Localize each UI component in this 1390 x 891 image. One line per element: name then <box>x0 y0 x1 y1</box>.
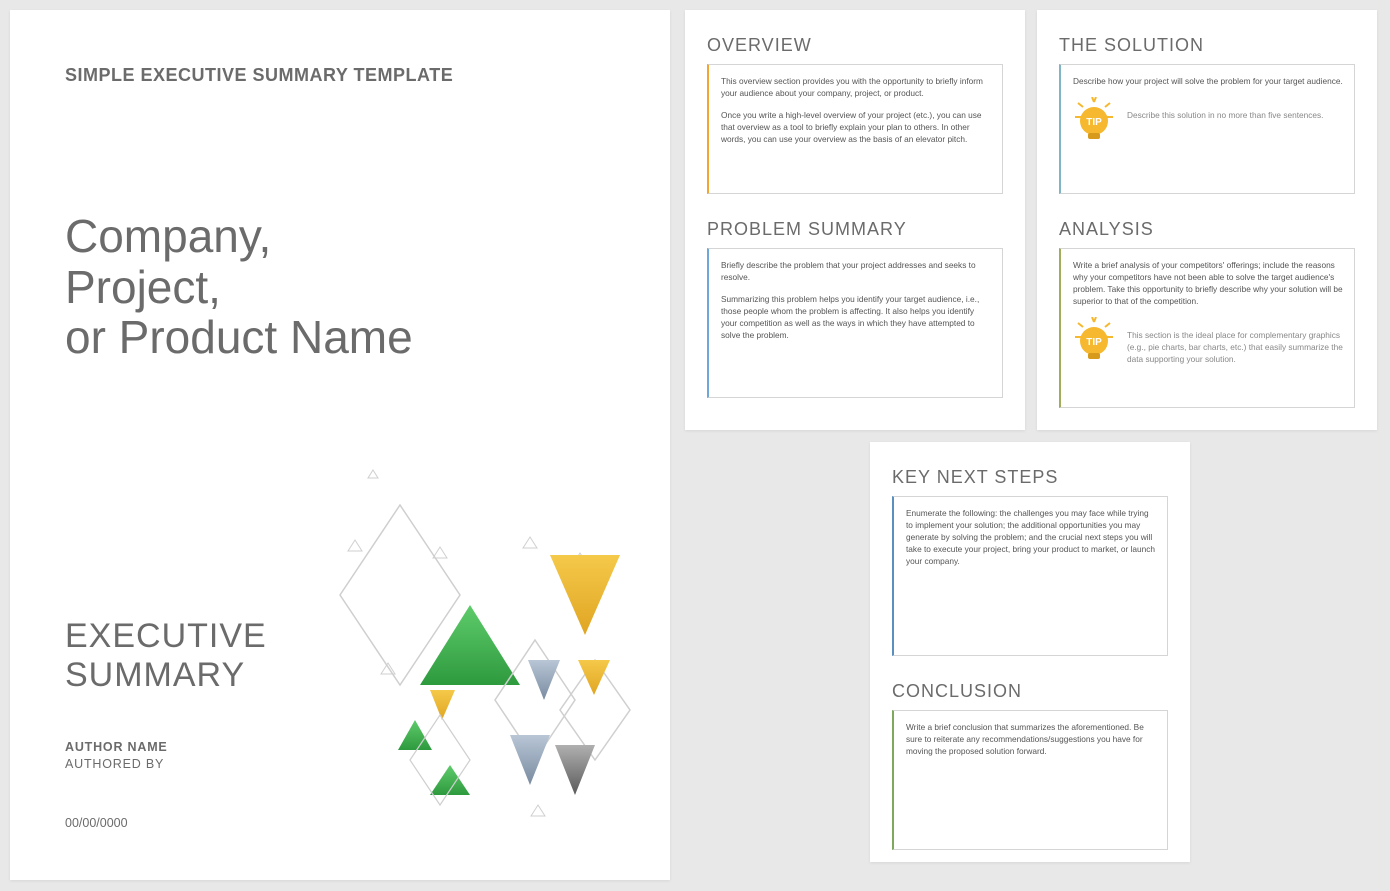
overview-title: OVERVIEW <box>707 35 1003 56</box>
tip-icon: TIP <box>1073 317 1115 368</box>
cover-page: SIMPLE EXECUTIVE SUMMARY TEMPLATE Compan… <box>10 10 670 880</box>
solution-tip-text: Describe this solution in no more than f… <box>1127 97 1323 121</box>
solution-tip: TIP Describe this solution in no more th… <box>1073 97 1344 148</box>
panel-keynext-conclusion: KEY NEXT STEPS Enumerate the following: … <box>870 442 1190 862</box>
analysis-body: Write a brief analysis of your competito… <box>1059 248 1355 408</box>
conclusion-title: CONCLUSION <box>892 681 1168 702</box>
cover-title: Company, Project, or Product Name <box>65 211 620 363</box>
cover-title-line: Project, <box>65 262 620 313</box>
template-canvas: SIMPLE EXECUTIVE SUMMARY TEMPLATE Compan… <box>10 10 1380 880</box>
overview-text: This overview section provides you with … <box>721 75 992 99</box>
exec-line: EXECUTIVE <box>65 617 620 656</box>
analysis-tip-text: This section is the ideal place for comp… <box>1127 317 1344 365</box>
right-column: OVERVIEW This overview section provides … <box>685 10 1377 862</box>
solution-text: Describe how your project will solve the… <box>1073 75 1344 87</box>
executive-summary-heading: EXECUTIVE SUMMARY <box>65 617 620 695</box>
svg-text:TIP: TIP <box>1086 117 1102 128</box>
overview-body: This overview section provides you with … <box>707 64 1003 194</box>
author-name: AUTHOR NAME <box>65 740 620 754</box>
cover-date: 00/00/0000 <box>65 816 620 830</box>
analysis-title: ANALYSIS <box>1059 219 1355 240</box>
conclusion-body: Write a brief conclusion that summarizes… <box>892 710 1168 850</box>
keynext-body: Enumerate the following: the challenges … <box>892 496 1168 656</box>
authored-by-label: AUTHORED BY <box>65 757 620 771</box>
analysis-tip: TIP This section is the ideal place for … <box>1073 317 1344 368</box>
cover-lower: EXECUTIVE SUMMARY AUTHOR NAME AUTHORED B… <box>65 617 620 830</box>
analysis-text: Write a brief analysis of your competito… <box>1073 259 1344 307</box>
conclusion-text: Write a brief conclusion that summarizes… <box>906 721 1157 757</box>
exec-line: SUMMARY <box>65 656 620 695</box>
problem-text: Summarizing this problem helps you ident… <box>721 293 992 341</box>
cover-title-line: Company, <box>65 211 620 262</box>
problem-title: PROBLEM SUMMARY <box>707 219 1003 240</box>
cover-title-line: or Product Name <box>65 312 620 363</box>
problem-text: Briefly describe the problem that your p… <box>721 259 992 283</box>
panel-solution-analysis: THE SOLUTION Describe how your project w… <box>1037 10 1377 430</box>
cover-header: SIMPLE EXECUTIVE SUMMARY TEMPLATE <box>65 65 620 86</box>
overview-text: Once you write a high-level overview of … <box>721 109 992 145</box>
solution-body: Describe how your project will solve the… <box>1059 64 1355 194</box>
tip-icon: TIP <box>1073 97 1115 148</box>
panel-overview-problem: OVERVIEW This overview section provides … <box>685 10 1025 430</box>
keynext-title: KEY NEXT STEPS <box>892 467 1168 488</box>
keynext-text: Enumerate the following: the challenges … <box>906 507 1157 567</box>
problem-body: Briefly describe the problem that your p… <box>707 248 1003 398</box>
row-top: OVERVIEW This overview section provides … <box>685 10 1377 430</box>
svg-text:TIP: TIP <box>1086 337 1102 348</box>
solution-title: THE SOLUTION <box>1059 35 1355 56</box>
author-block: AUTHOR NAME AUTHORED BY <box>65 740 620 771</box>
